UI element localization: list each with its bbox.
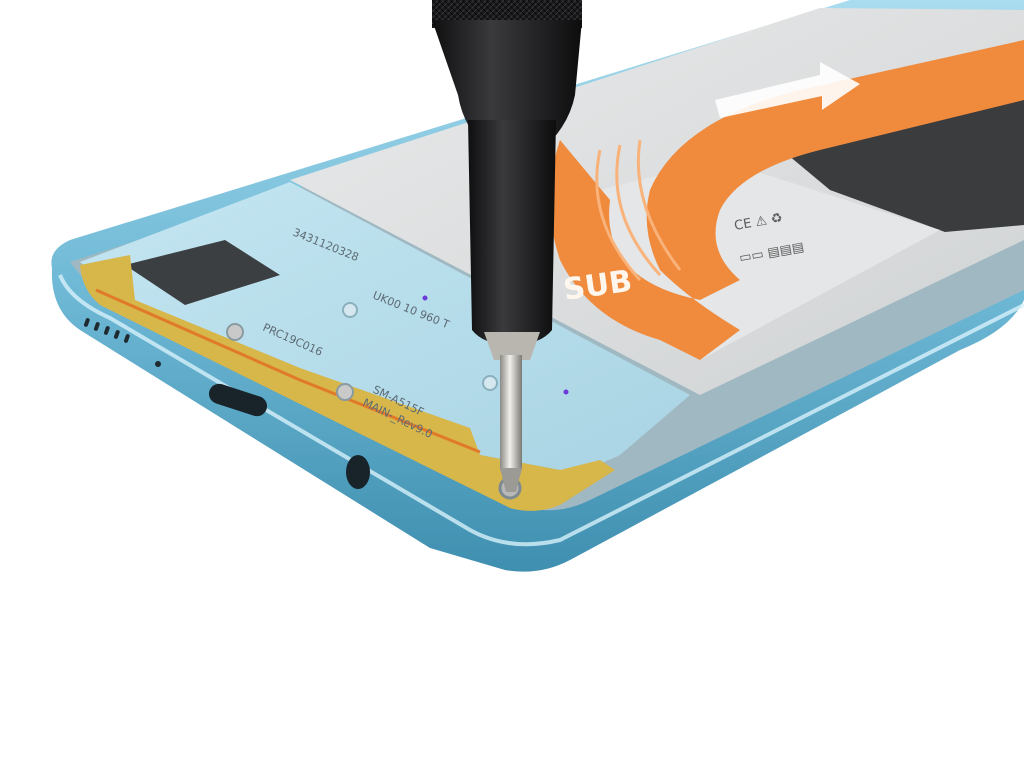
microphone-hole: [155, 361, 161, 367]
screwdriver-shaft: [500, 355, 522, 470]
phone-repair-photo: CE ⚠ ♻ ▭▭ ▤▤▤ SUB UK00 10 960 T 34311203…: [51, 0, 1024, 572]
screwdriver-collar: [468, 120, 556, 345]
headphone-jack: [346, 455, 370, 489]
